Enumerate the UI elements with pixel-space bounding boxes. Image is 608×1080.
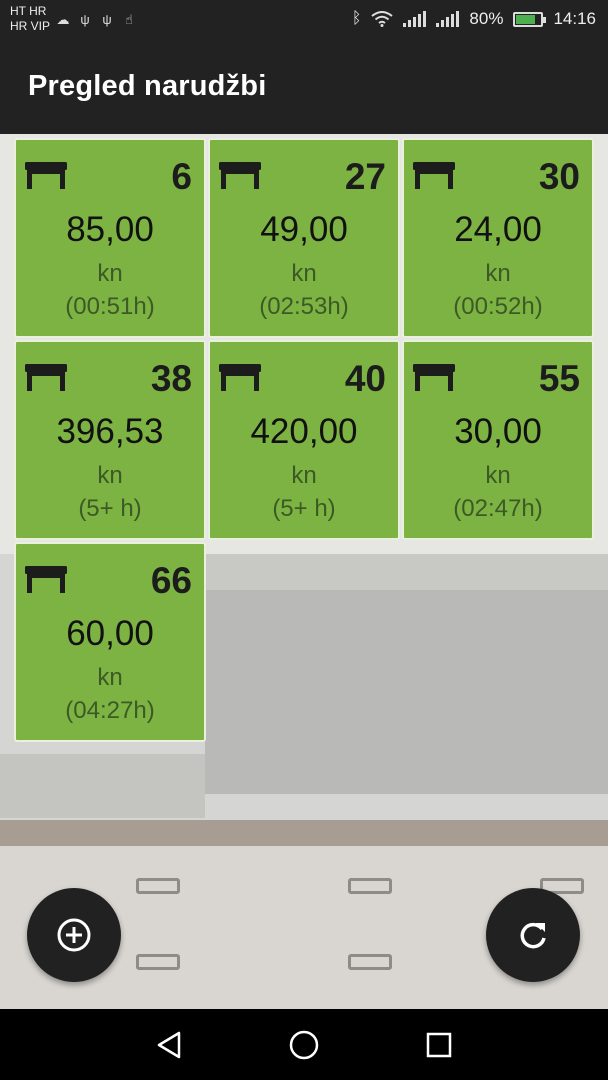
usb-icon: ψ (80, 12, 90, 27)
wifi-icon (371, 11, 394, 27)
order-amount: 30,00 (454, 412, 542, 451)
order-duration: (00:51h) (65, 293, 155, 320)
currency-label: kn (97, 462, 123, 489)
table-icon (413, 162, 455, 189)
table-number: 6 (171, 156, 192, 197)
table-card[interactable]: 66 60,00 kn (04:27h) (14, 542, 206, 742)
order-amount: 85,00 (66, 210, 154, 249)
table-number: 40 (344, 358, 386, 399)
order-duration: (5+ h) (78, 495, 142, 522)
table-card[interactable]: 40 420,00 kn (5+ h) (208, 340, 400, 540)
order-duration: (02:47h) (453, 495, 543, 522)
table-icon (25, 364, 67, 391)
carrier-line-2: HR VIP (10, 19, 51, 33)
currency-label: kn (485, 260, 511, 287)
table-icon (219, 364, 261, 391)
table-icon (413, 364, 455, 391)
table-card[interactable]: 27 49,00 kn (02:53h) (208, 138, 400, 338)
clock: 14:16 (553, 9, 596, 28)
table-card[interactable]: 55 30,00 kn (02:47h) (402, 340, 594, 540)
table-icon (219, 162, 261, 189)
navigation-bar (0, 1009, 608, 1080)
table-card[interactable]: 6 85,00 kn (00:51h) (14, 138, 206, 338)
home-circle-icon[interactable] (286, 1027, 322, 1063)
recents-square-icon[interactable] (421, 1027, 457, 1063)
carrier-line-1: HT HR (10, 4, 47, 18)
order-amount: 396,53 (56, 412, 164, 451)
order-duration: (5+ h) (272, 495, 336, 522)
order-duration: (02:53h) (259, 293, 349, 320)
screen: HT HR HR VIP ☁ ψ ψ ☝ ᛒ 80% 14:16 Pregled… (0, 0, 608, 1080)
signal-icon-1 (403, 11, 427, 27)
table-number: 55 (538, 358, 580, 399)
signal-icon-2 (436, 11, 460, 27)
battery-percent: 80% (469, 9, 504, 28)
bluetooth-icon: ᛒ (351, 10, 362, 27)
page-title: Pregled narudžbi (28, 70, 267, 102)
refresh-icon (520, 922, 546, 949)
table-card[interactable]: 38 396,53 kn (5+ h) (14, 340, 206, 540)
app-bar: Pregled narudžbi (0, 42, 608, 134)
order-duration: (00:52h) (453, 293, 543, 320)
back-triangle-icon[interactable] (152, 1027, 188, 1063)
currency-label: kn (97, 664, 123, 691)
order-amount: 49,00 (260, 210, 348, 249)
table-card[interactable]: 30 24,00 kn (00:52h) (402, 138, 594, 338)
currency-label: kn (291, 260, 317, 287)
add-order-button[interactable] (27, 888, 121, 982)
notification-icons: ☁ ψ ψ ☝ (56, 12, 136, 28)
table-icon (25, 566, 67, 593)
table-number: 30 (538, 156, 580, 197)
currency-label: kn (97, 260, 123, 287)
status-icons-right: ᛒ 80% 14:16 (352, 9, 596, 29)
battery-icon (513, 11, 547, 27)
order-amount: 60,00 (66, 614, 154, 653)
refresh-button[interactable] (486, 888, 580, 982)
table-number: 27 (344, 156, 386, 197)
table-number: 38 (150, 358, 192, 399)
currency-label: kn (291, 462, 317, 489)
usb-icon: ψ (102, 12, 112, 27)
currency-label: kn (485, 462, 511, 489)
touch-icon: ☝ (125, 12, 133, 27)
add-circle-icon (57, 918, 91, 952)
battery-fill (516, 14, 536, 24)
table-number: 66 (150, 560, 192, 601)
order-amount: 24,00 (454, 210, 542, 249)
order-amount: 420,00 (250, 412, 358, 451)
table-icon (25, 162, 67, 189)
carrier-info: HT HR HR VIP (10, 4, 50, 34)
status-bar: HT HR HR VIP ☁ ψ ψ ☝ ᛒ 80% 14:16 (0, 0, 608, 42)
cloud-upload-icon: ☁ (56, 12, 70, 27)
order-duration: (04:27h) (65, 697, 155, 724)
